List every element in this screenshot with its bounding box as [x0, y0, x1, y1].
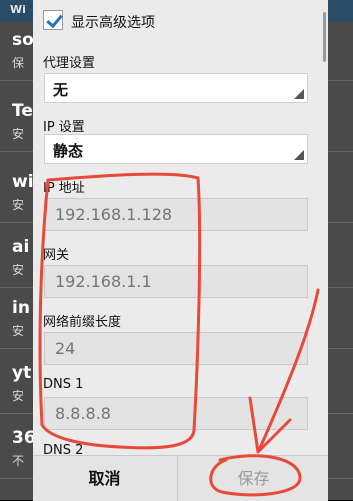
dialog-button-bar: 取消 保存 — [33, 455, 328, 501]
ip-address-input[interactable] — [45, 199, 307, 230]
list-item-title: in — [12, 298, 30, 318]
dropdown-arrow-icon — [294, 150, 304, 160]
dns1-input[interactable] — [45, 398, 307, 429]
prefix-length-label: 网络前缀长度 — [43, 315, 122, 330]
gateway-label: 网关 — [43, 248, 70, 263]
save-button[interactable]: 保存 — [177, 456, 329, 501]
ip-address-field[interactable] — [44, 198, 308, 231]
background-header-title: Wi — [10, 3, 26, 16]
scrollbar-thumb[interactable] — [323, 12, 326, 62]
dropdown-arrow-icon — [294, 89, 304, 99]
prefix-length-field[interactable] — [44, 332, 308, 365]
list-item-subtitle: 安 — [12, 127, 25, 141]
ip-settings-spinner[interactable]: 静态 — [44, 134, 308, 164]
list-item-title: ai — [12, 237, 30, 257]
list-item-title: wi — [12, 172, 34, 192]
wifi-config-dialog: 显示高级选项 代理设置 无 IP 设置 静态 IP 地址 网关 网络前缀长度 D… — [33, 0, 328, 501]
cancel-button[interactable]: 取消 — [33, 456, 176, 501]
dns1-field[interactable] — [44, 397, 308, 430]
list-item-title: yt — [12, 363, 32, 383]
list-item-subtitle: 安 — [12, 389, 25, 403]
dns2-label: DNS 2 — [43, 443, 84, 455]
list-item-subtitle: 保 — [12, 56, 25, 70]
proxy-label: 代理设置 — [43, 56, 96, 71]
proxy-value: 无 — [53, 81, 69, 99]
prefix-length-input[interactable] — [45, 333, 307, 364]
dns1-label: DNS 1 — [43, 377, 84, 392]
list-item-title: Te — [12, 101, 33, 121]
list-item-subtitle: 安 — [12, 263, 25, 277]
list-item-title: so — [12, 30, 34, 50]
dialog-content: 显示高级选项 代理设置 无 IP 设置 静态 IP 地址 网关 网络前缀长度 D… — [33, 0, 328, 455]
advanced-options-checkbox[interactable] — [43, 10, 63, 30]
list-item-subtitle: 安 — [12, 198, 25, 212]
ip-settings-value: 静态 — [53, 142, 84, 160]
advanced-options-label: 显示高级选项 — [71, 15, 155, 31]
ip-address-label: IP 地址 — [43, 181, 85, 196]
proxy-spinner[interactable]: 无 — [44, 73, 308, 103]
list-item-subtitle: 不 — [12, 454, 25, 468]
gateway-field[interactable] — [44, 265, 308, 298]
gateway-input[interactable] — [45, 266, 307, 297]
list-item-subtitle: 安 — [12, 324, 25, 338]
ip-settings-label: IP 设置 — [43, 120, 85, 135]
